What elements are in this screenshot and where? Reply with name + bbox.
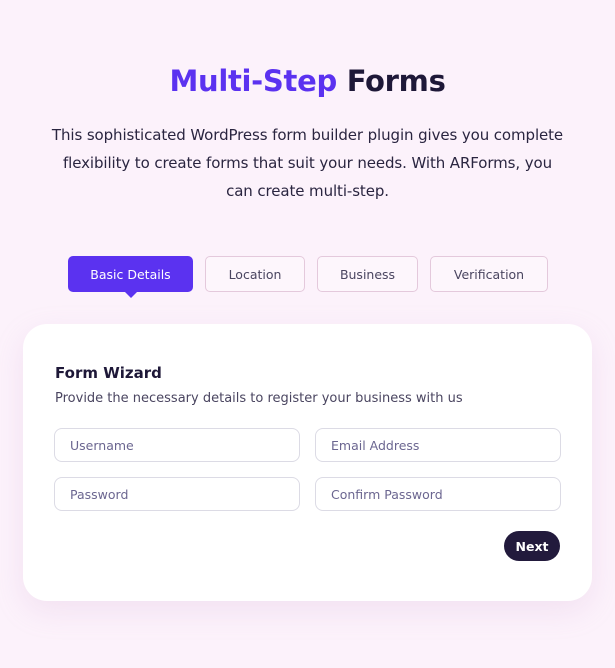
- email-input[interactable]: [315, 428, 561, 462]
- confirm-password-input[interactable]: [315, 477, 561, 511]
- page-description: This sophisticated WordPress form builde…: [51, 126, 564, 200]
- form-title: Form Wizard: [55, 364, 162, 382]
- username-input[interactable]: [54, 428, 300, 462]
- page-title: Multi-Step Forms: [0, 64, 615, 98]
- title-rest: Forms: [346, 64, 446, 98]
- tab-verification[interactable]: Verification: [430, 256, 548, 292]
- form-card: Form Wizard Provide the necessary detail…: [23, 324, 592, 601]
- tab-location[interactable]: Location: [205, 256, 305, 292]
- next-button[interactable]: Next: [504, 531, 560, 561]
- tab-basic-details[interactable]: Basic Details: [68, 256, 193, 298]
- form-subtitle: Provide the necessary details to registe…: [55, 391, 463, 406]
- title-accent: Multi-Step: [169, 64, 337, 98]
- tab-business[interactable]: Business: [317, 256, 418, 292]
- step-tabs: Basic Details Location Business Verifica…: [0, 256, 615, 298]
- password-input[interactable]: [54, 477, 300, 511]
